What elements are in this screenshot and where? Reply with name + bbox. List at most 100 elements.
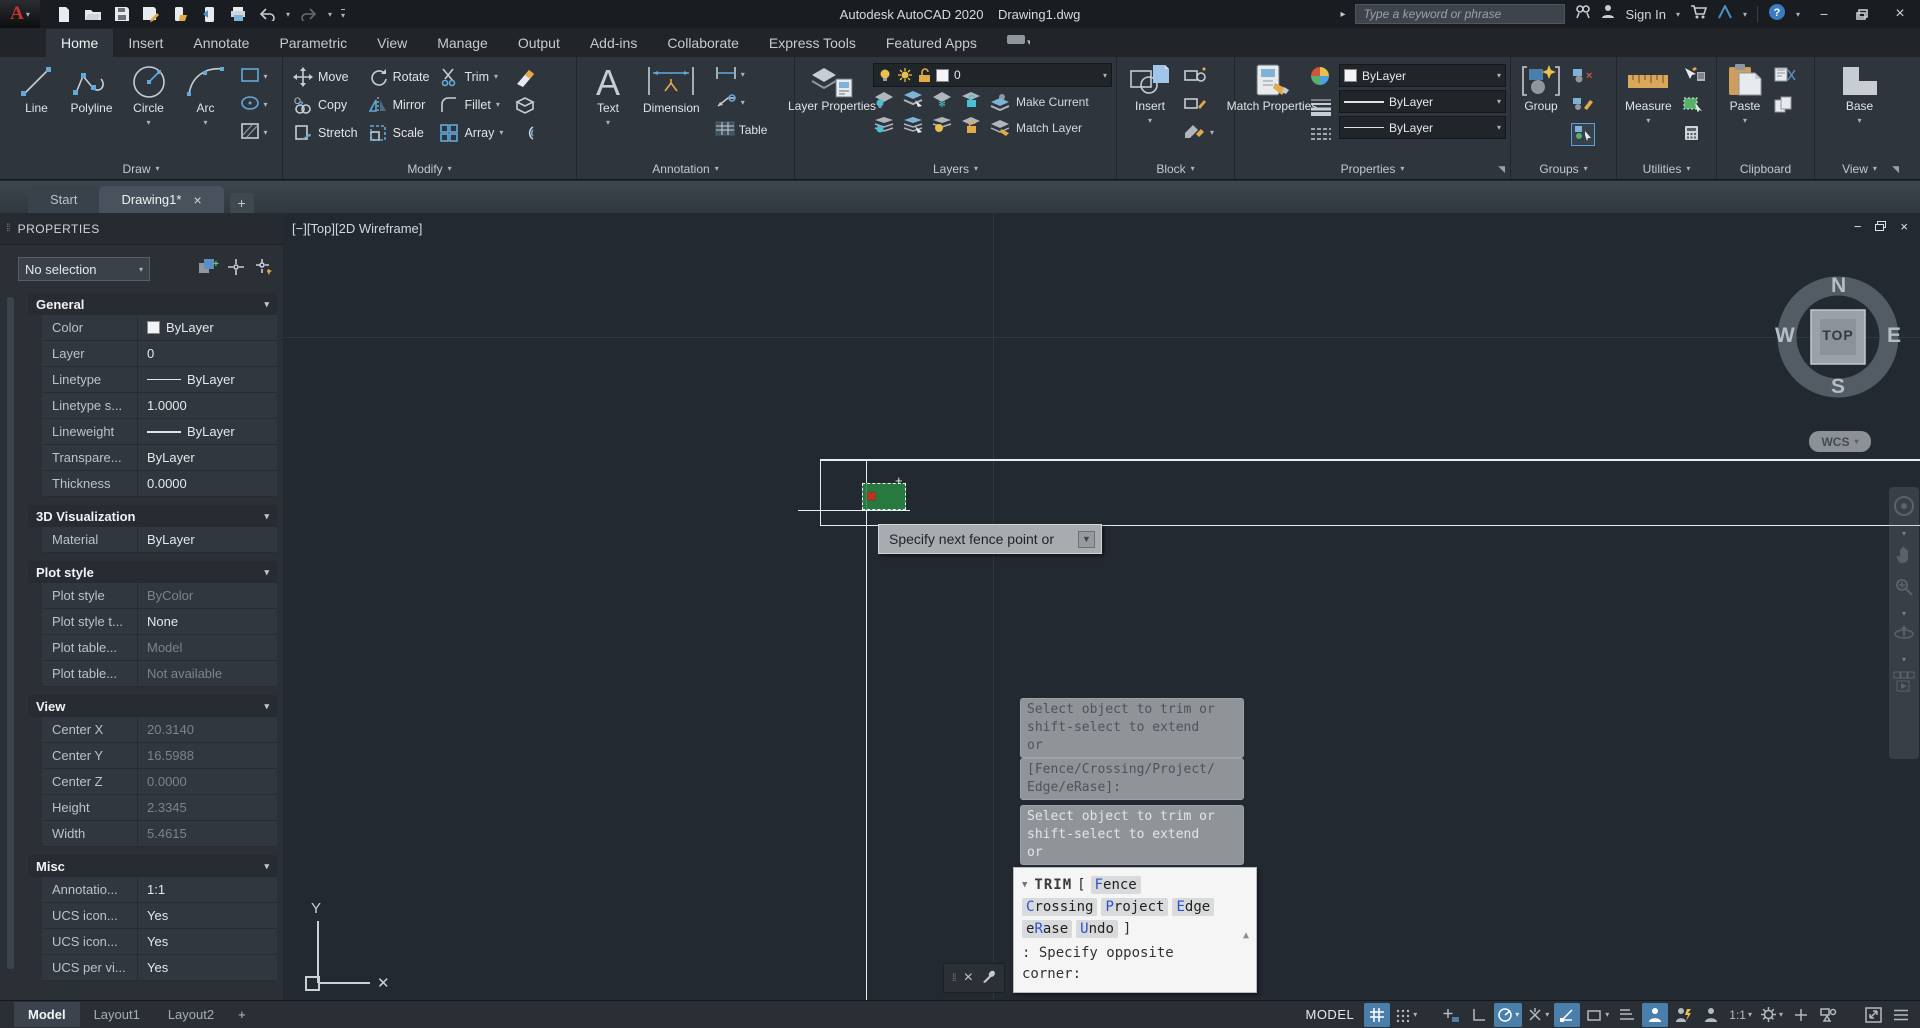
- wcs-menu[interactable]: WCS▾: [1809, 431, 1871, 452]
- view-panel-label[interactable]: View▾◥: [1815, 158, 1904, 179]
- save-to-web-mobile-button[interactable]: [199, 4, 219, 24]
- wheel-dropdown[interactable]: ▾: [1902, 529, 1906, 538]
- navigation-wheel-icon[interactable]: [1893, 495, 1915, 522]
- layer-off-all-button[interactable]: [873, 116, 895, 139]
- open-from-web-mobile-button[interactable]: [170, 4, 190, 24]
- ribbon-collapse-button[interactable]: ▾: [1006, 34, 1030, 51]
- drawing-minimize-button[interactable]: −: [1854, 219, 1862, 234]
- drawing-close-button[interactable]: ×: [1900, 219, 1908, 234]
- model-space-button[interactable]: MODEL: [1305, 1007, 1354, 1022]
- undo-dropdown[interactable]: ▾: [286, 10, 290, 19]
- section-header[interactable]: View▾: [28, 695, 277, 717]
- app-dropdown[interactable]: ▾: [1743, 10, 1747, 19]
- layout-tab-layout2[interactable]: Layout2: [154, 1002, 228, 1027]
- ribbon-tab-insert[interactable]: Insert: [113, 29, 178, 57]
- property-value[interactable]: ByLayer: [138, 367, 277, 392]
- annotation-visibility-toggle[interactable]: [1642, 1003, 1668, 1027]
- property-value[interactable]: 16.5988: [138, 743, 277, 768]
- select-objects-button[interactable]: [226, 257, 246, 282]
- rectangle-dropdown[interactable]: ▾: [264, 72, 268, 81]
- view-dialog-launcher[interactable]: ◥: [1892, 164, 1899, 175]
- plot-button[interactable]: [228, 4, 248, 24]
- text-dropdown[interactable]: ▾: [606, 116, 610, 129]
- section-header[interactable]: 3D Visualization▾: [28, 505, 277, 527]
- attributes-dropdown[interactable]: ▾: [1210, 128, 1214, 137]
- sign-in-dropdown[interactable]: ▾: [1676, 10, 1680, 19]
- redo-dropdown[interactable]: ▾: [328, 10, 332, 19]
- drawn-line[interactable]: [866, 459, 867, 1000]
- viewcube-top-label[interactable]: TOP: [1813, 327, 1863, 343]
- create-block-button[interactable]: [1183, 67, 1207, 86]
- restore-button[interactable]: [1848, 2, 1876, 26]
- copy-clip-button[interactable]: [1773, 96, 1795, 116]
- rotate-button[interactable]: Rotate: [368, 64, 430, 89]
- draw-panel-label[interactable]: Draw▾: [0, 158, 282, 179]
- layer-off-button[interactable]: [873, 90, 895, 113]
- modify-panel-label[interactable]: Modify▾: [283, 158, 576, 179]
- close-command-line-icon[interactable]: ×: [964, 969, 973, 987]
- drawn-line[interactable]: [820, 459, 821, 526]
- close-tab-icon[interactable]: ×: [193, 192, 201, 208]
- ribbon-tab-annotate[interactable]: Annotate: [178, 29, 264, 57]
- viewcube[interactable]: N W E S TOP: [1773, 272, 1903, 402]
- dim-linear-button[interactable]: [714, 65, 738, 84]
- customization-gear-icon[interactable]: ▾: [1757, 1003, 1786, 1027]
- save-button[interactable]: [112, 4, 132, 24]
- drawn-line[interactable]: [820, 459, 1920, 461]
- copy-button[interactable]: O➜Copy: [293, 92, 358, 117]
- circle-button[interactable]: Circle ▾: [125, 61, 173, 131]
- property-value[interactable]: 0.0000: [138, 769, 277, 794]
- layer-properties-button[interactable]: Layer Properties: [799, 61, 865, 115]
- define-attributes-button[interactable]: [1183, 123, 1207, 142]
- section-header[interactable]: Plot style▾: [28, 561, 277, 583]
- properties-panel-label[interactable]: Properties▾◥: [1235, 158, 1510, 179]
- command-option-project[interactable]: Project: [1101, 898, 1168, 916]
- property-value[interactable]: ByLayer: [138, 419, 277, 444]
- save-as-button[interactable]: [141, 4, 161, 24]
- palette-title-bar[interactable]: ⁞⁞ PROPERTIES: [0, 213, 283, 245]
- object-snap-tracking-toggle[interactable]: ▾: [1524, 1003, 1552, 1027]
- minimize-button[interactable]: −: [1810, 2, 1838, 26]
- ribbon-tab-parametric[interactable]: Parametric: [264, 29, 362, 57]
- layer-select-dropdown[interactable]: ▾: [1103, 71, 1107, 80]
- ribbon-tab-collaborate[interactable]: Collaborate: [652, 29, 754, 57]
- undo-button[interactable]: [257, 4, 277, 24]
- base-dropdown[interactable]: ▾: [1857, 114, 1861, 127]
- arc-button[interactable]: Arc ▾: [181, 61, 231, 131]
- selection-filter-dropdown[interactable]: No selection▾: [18, 257, 150, 281]
- table-button[interactable]: [714, 120, 736, 140]
- orbit-icon[interactable]: [1893, 625, 1915, 648]
- ribbon-tab-output[interactable]: Output: [503, 29, 575, 57]
- quick-select-button[interactable]: [1682, 67, 1706, 86]
- cut-button[interactable]: [1773, 67, 1797, 86]
- property-value[interactable]: Not available: [138, 661, 277, 686]
- dim-linear-dropdown[interactable]: ▾: [741, 70, 745, 79]
- leader-button[interactable]: [714, 93, 738, 112]
- fillet-button[interactable]: Fillet▾: [439, 92, 503, 117]
- hatch-dropdown[interactable]: ▾: [264, 128, 268, 137]
- property-value[interactable]: Yes: [138, 955, 277, 980]
- explode-button[interactable]: [513, 92, 537, 117]
- property-value[interactable]: 20.3140: [138, 717, 277, 742]
- lineweight-display-toggle[interactable]: [1614, 1003, 1640, 1027]
- property-value[interactable]: 0.0000: [138, 471, 277, 496]
- object-snap-toggle[interactable]: [1554, 1003, 1580, 1027]
- drawing-canvas[interactable]: [−][Top][2D Wireframe] − × + ✖ Specify n…: [283, 213, 1920, 1000]
- ellipse-dropdown[interactable]: ▾: [264, 100, 268, 109]
- insert-button[interactable]: Insert ▾: [1125, 61, 1175, 129]
- isolate-objects-button[interactable]: [1816, 1003, 1842, 1027]
- edit-block-button[interactable]: [1183, 95, 1207, 114]
- polar-tracking-toggle[interactable]: ▾: [1494, 1003, 1522, 1027]
- trim-dropdown[interactable]: ▾: [494, 72, 498, 81]
- dynamic-input-toggle[interactable]: [1438, 1003, 1464, 1027]
- annotation-scale-value[interactable]: 1:1▾: [1726, 1003, 1755, 1027]
- customization-menu-button[interactable]: [1888, 1003, 1914, 1027]
- viewport-controls[interactable]: [−][Top][2D Wireframe]: [292, 221, 422, 236]
- property-value[interactable]: None: [138, 609, 277, 634]
- quick-select-palette-button[interactable]: [253, 257, 275, 282]
- toggle-pickadd-button[interactable]: +: [197, 257, 219, 282]
- command-option-fence[interactable]: Fence: [1091, 876, 1141, 894]
- zoom-icon[interactable]: [1894, 577, 1914, 602]
- ellipse-button[interactable]: [239, 94, 261, 115]
- customize-wrench-icon[interactable]: [981, 969, 996, 988]
